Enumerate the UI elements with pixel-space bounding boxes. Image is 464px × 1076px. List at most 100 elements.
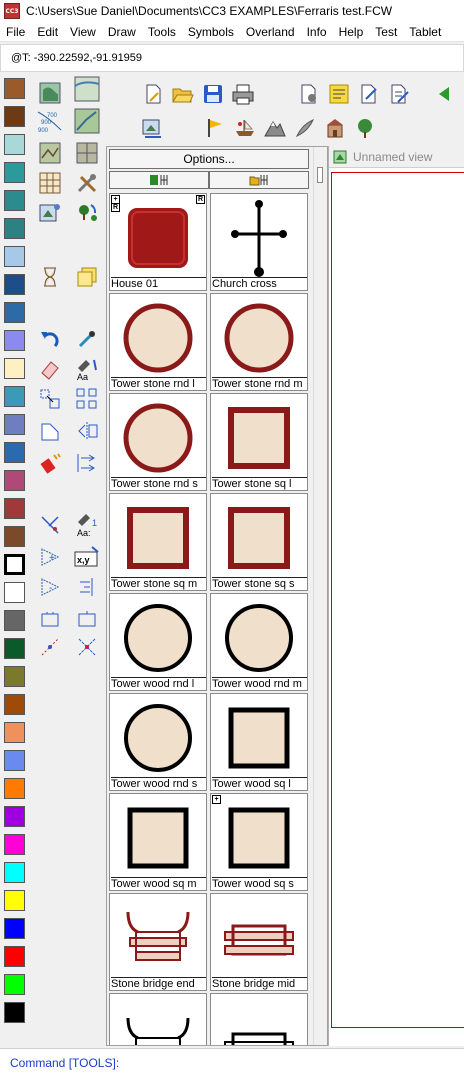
app-icon[interactable]: CC3	[4, 3, 20, 19]
symbol-tower[interactable]: Tower stone sq m	[109, 493, 207, 591]
new-drawing-icon[interactable]	[138, 79, 168, 109]
arrow-left-icon[interactable]	[428, 79, 458, 109]
scroll-thumb[interactable]	[317, 167, 323, 183]
color-swatch[interactable]	[4, 78, 25, 99]
grid-icon[interactable]	[37, 170, 63, 196]
trim-icon[interactable]	[37, 512, 63, 538]
tile-map-icon[interactable]	[74, 140, 100, 166]
color-swatch[interactable]	[4, 190, 25, 211]
stretch-icon[interactable]	[74, 450, 100, 476]
symbol-catalog-icon[interactable]	[37, 200, 63, 226]
color-swatch[interactable]	[4, 806, 25, 827]
contour-icon[interactable]: 700 900 900	[37, 108, 63, 134]
building-icon[interactable]	[320, 113, 350, 143]
symbol-tower[interactable]: Tower wood rnd l	[109, 593, 207, 691]
bevel-icon[interactable]	[74, 606, 100, 632]
menu-file[interactable]: File	[0, 25, 31, 39]
symbol-tower[interactable]: Tower stone rnd m	[210, 293, 308, 391]
symbol-tower[interactable]: Tower stone rnd l	[109, 293, 207, 391]
intersect-icon[interactable]	[74, 634, 100, 660]
symbol-bridge[interactable]: Stone bridge mid	[210, 893, 308, 991]
print-icon[interactable]	[228, 79, 258, 109]
color-swatch[interactable]	[4, 694, 25, 715]
menu-draw[interactable]: Draw	[102, 25, 142, 39]
ship-icon[interactable]	[230, 113, 260, 143]
color-swatch[interactable]	[4, 750, 25, 771]
symbol-bridge[interactable]: Stone bridge end	[109, 893, 207, 991]
menu-edit[interactable]: Edit	[31, 25, 64, 39]
list-properties-icon[interactable]	[384, 79, 414, 109]
node-insert-icon[interactable]: +	[37, 544, 63, 570]
color-swatch[interactable]	[4, 526, 25, 547]
menu-symbols[interactable]: Symbols	[182, 25, 240, 39]
color-swatch[interactable]	[4, 610, 25, 631]
symbol-bridge[interactable]	[210, 993, 308, 1045]
sheets-icon[interactable]	[74, 264, 100, 290]
fillet-icon[interactable]	[37, 606, 63, 632]
menu-test[interactable]: Test	[369, 25, 403, 39]
color-swatch[interactable]	[4, 974, 25, 995]
river-map-icon[interactable]	[74, 108, 100, 134]
node-delete-icon[interactable]: -	[37, 574, 63, 600]
symbol-house[interactable]: + R R House 01	[109, 193, 207, 291]
color-swatch[interactable]	[4, 666, 25, 687]
color-swatch[interactable]	[4, 778, 25, 799]
open-folder-icon[interactable]	[168, 79, 198, 109]
eyedropper-icon[interactable]	[74, 326, 100, 352]
feather-icon[interactable]	[290, 113, 320, 143]
symbol-tower[interactable]: Tower wood rnd m	[210, 593, 308, 691]
map-overview-icon[interactable]	[37, 80, 63, 106]
color-swatch[interactable]	[4, 1002, 25, 1023]
color-swatch[interactable]	[4, 414, 25, 435]
color-swatch[interactable]	[4, 638, 25, 659]
color-swatch[interactable]	[4, 582, 25, 603]
symbol-settings-icon[interactable]	[138, 113, 168, 143]
move-icon[interactable]	[37, 386, 63, 412]
align-icon[interactable]	[74, 574, 100, 600]
drawing-properties-icon[interactable]	[294, 79, 324, 109]
flag-icon[interactable]	[200, 113, 230, 143]
map-canvas[interactable]	[331, 172, 464, 1028]
mirror-icon[interactable]	[74, 418, 100, 444]
new-library-button[interactable]	[109, 171, 209, 189]
eraser-icon[interactable]	[37, 356, 63, 382]
divide-icon[interactable]	[37, 634, 63, 660]
symbol-tower[interactable]: Tower stone sq s	[210, 493, 308, 591]
color-swatch[interactable]	[4, 498, 25, 519]
menu-info[interactable]: Info	[301, 25, 333, 39]
expand-badge-icon[interactable]: +	[212, 795, 221, 804]
color-swatch[interactable]	[4, 946, 25, 967]
tree-icon[interactable]	[350, 113, 380, 143]
symbol-tower[interactable]: Tower wood sq m	[109, 793, 207, 891]
tree-symbol-icon[interactable]	[74, 200, 100, 226]
text-properties-icon[interactable]: Aa	[74, 356, 100, 382]
menu-overland[interactable]: Overland	[240, 25, 301, 39]
explode-icon[interactable]	[37, 450, 63, 476]
undo-icon[interactable]	[37, 326, 63, 352]
view-tab[interactable]: Unnamed view	[329, 146, 464, 168]
symbol-tower[interactable]: Tower stone sq l	[210, 393, 308, 491]
color-swatch[interactable]	[4, 358, 25, 379]
color-swatch[interactable]	[4, 470, 25, 491]
symbol-bridge[interactable]	[109, 993, 207, 1045]
symbol-scrollbar[interactable]	[313, 147, 327, 1045]
edit-text-icon[interactable]: Aa: 1	[74, 512, 100, 538]
notes-icon[interactable]	[324, 79, 354, 109]
symbol-tower[interactable]: Tower stone rnd s	[109, 393, 207, 491]
tools-icon[interactable]	[74, 170, 100, 196]
terrain-map-icon[interactable]	[37, 140, 63, 166]
command-line[interactable]: Command [TOOLS]:	[0, 1048, 464, 1076]
color-swatch[interactable]	[4, 722, 25, 743]
open-library-button[interactable]	[209, 171, 309, 189]
color-swatch[interactable]	[4, 918, 25, 939]
mountain-icon[interactable]	[260, 113, 290, 143]
symbol-tower[interactable]: + Tower wood sq s	[210, 793, 308, 891]
color-swatch[interactable]	[4, 442, 25, 463]
color-swatch[interactable]	[4, 834, 25, 855]
color-swatch[interactable]	[4, 862, 25, 883]
color-swatch[interactable]	[4, 162, 25, 183]
hourglass-zoom-icon[interactable]	[37, 264, 63, 290]
symbol-tower[interactable]: Tower wood rnd s	[109, 693, 207, 791]
color-swatch[interactable]	[4, 134, 25, 155]
symbol-tower[interactable]: Tower wood sq l	[210, 693, 308, 791]
